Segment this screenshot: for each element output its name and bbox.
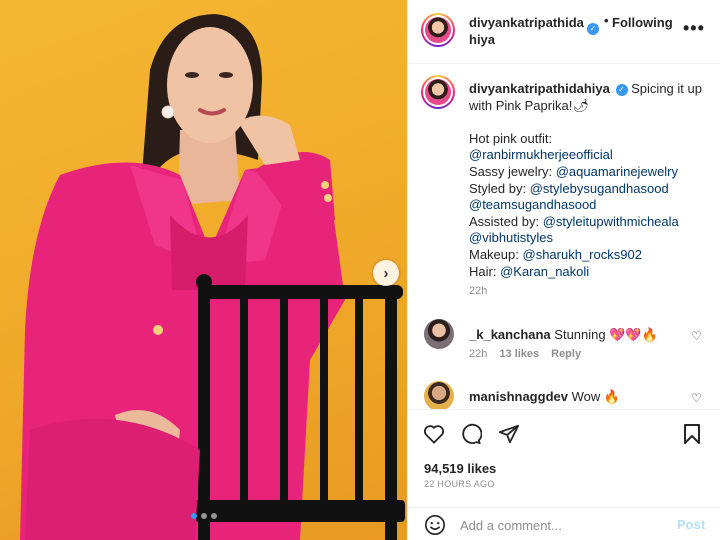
- carousel-next-button[interactable]: ›: [373, 260, 399, 286]
- comment-avatar[interactable]: [424, 381, 454, 409]
- caption-outfit-label: Hot pink outfit:: [469, 130, 553, 146]
- mention-link[interactable]: @vibhutistyles: [469, 230, 553, 245]
- comment-meta: 22h 13 likes Reply: [469, 348, 581, 360]
- add-comment-bar: Post: [408, 507, 720, 540]
- caption-username[interactable]: divyankatripathidahiya: [469, 81, 610, 96]
- mention-link[interactable]: @Karan_nakoli: [500, 264, 589, 279]
- carousel-dot: [210, 513, 217, 519]
- post-details-panel: divyankatripathida hiya ✓ • Following ••…: [407, 0, 720, 540]
- smiley-icon[interactable]: [424, 514, 446, 539]
- mention-link[interactable]: @aquamarinejewelry: [556, 164, 678, 179]
- caption-hair-label: Hair:: [469, 263, 497, 279]
- comment-username[interactable]: _k_kanchana: [469, 327, 551, 342]
- carousel-dot: [200, 513, 207, 519]
- share-icon[interactable]: [497, 422, 521, 446]
- post-actions: 94,519 likes 22 HOURS AGO: [408, 409, 720, 507]
- mention-link[interactable]: @stylebysugandhasood: [530, 181, 669, 196]
- following-button[interactable]: Following: [612, 15, 673, 30]
- carousel-indicator: [0, 513, 407, 519]
- comment-like-heart-icon[interactable]: ♡: [691, 391, 702, 405]
- comment-body: Wow 🔥: [571, 389, 621, 404]
- caption-jewelry-label: Sassy jewelry:: [469, 163, 553, 179]
- header-separator: •: [604, 13, 609, 28]
- comment-text: _k_kanchana Stunning 💖💖🔥: [469, 327, 658, 343]
- post-timestamp[interactable]: 22 HOURS AGO: [424, 479, 495, 489]
- reply-button[interactable]: Reply: [551, 348, 581, 360]
- comment-username[interactable]: manishnaggdev: [469, 389, 568, 404]
- caption-assisted-label: Assisted by:: [469, 213, 540, 229]
- post-photo[interactable]: ›: [0, 0, 407, 540]
- avatar[interactable]: [421, 13, 455, 47]
- verified-badge-icon: ✓: [615, 83, 628, 96]
- caption-text: divyankatripathidahiya ✓ Spicing it up w…: [469, 81, 709, 280]
- comment-like-heart-icon[interactable]: ♡: [691, 329, 702, 343]
- comment-timestamp[interactable]: 22h: [469, 348, 487, 360]
- likes-count[interactable]: 94,519 likes: [424, 461, 496, 476]
- comment-avatar[interactable]: [424, 319, 454, 349]
- more-horizontal-icon[interactable]: •••: [683, 18, 705, 39]
- photo-illustration: [20, 14, 405, 540]
- caption-styled-label: Styled by:: [469, 180, 527, 196]
- post-header: divyankatripathida hiya ✓ • Following ••…: [408, 0, 720, 64]
- comments-section[interactable]: divyankatripathidahiya ✓ Spicing it up w…: [408, 64, 720, 409]
- mention-link[interactable]: @teamsugandhasood: [469, 197, 596, 212]
- mention-link[interactable]: @sharukh_rocks902: [523, 247, 642, 262]
- heart-icon[interactable]: [422, 422, 446, 446]
- mention-link[interactable]: @ranbirmukherjeeofficial: [469, 147, 613, 162]
- comment-input[interactable]: [460, 515, 660, 535]
- caption-makeup-label: Makeup:: [469, 246, 519, 262]
- verified-badge-icon: ✓: [587, 23, 599, 35]
- post-comment-button[interactable]: Post: [677, 517, 705, 532]
- header-username[interactable]: divyankatripathida hiya: [469, 14, 589, 48]
- comment-body: Stunning 💖💖🔥: [554, 327, 658, 342]
- mention-link[interactable]: @styleitupwithmicheala: [543, 214, 679, 229]
- caption-timestamp[interactable]: 22h: [469, 285, 487, 297]
- comment-likes[interactable]: 13 likes: [499, 348, 539, 360]
- comment-text: manishnaggdev Wow 🔥: [469, 389, 620, 405]
- bookmark-icon[interactable]: [680, 422, 704, 446]
- comment-icon[interactable]: [459, 422, 483, 446]
- carousel-dot-active: [190, 513, 197, 519]
- caption-avatar[interactable]: [421, 75, 455, 109]
